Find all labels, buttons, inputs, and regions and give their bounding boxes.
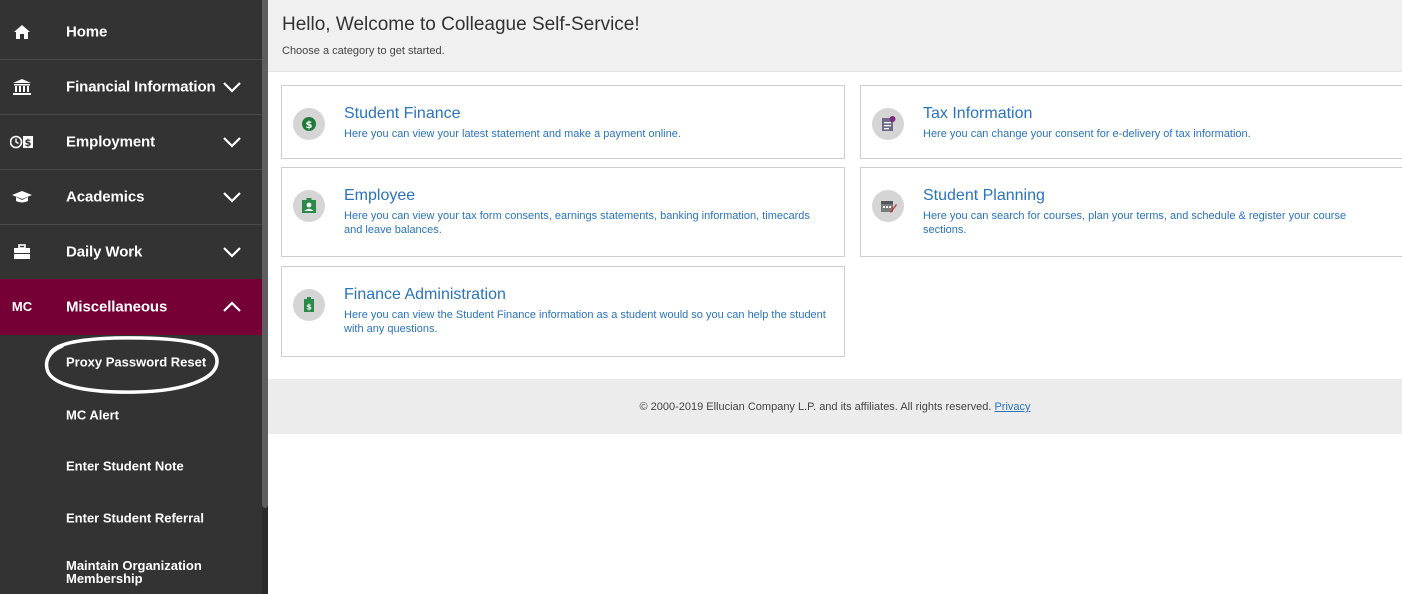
sidebar-subitem-enter-student-referral[interactable]: Enter Student Referral — [0, 492, 262, 544]
sidebar-nav: Home Financial Information $ Employment … — [0, 0, 262, 594]
employment-icon: $ — [10, 132, 34, 152]
card-description: Here you can search for courses, plan yo… — [923, 210, 1347, 236]
sidebar-item-miscellaneous[interactable]: MC Miscellaneous — [0, 279, 262, 335]
card-title[interactable]: Tax Information — [923, 105, 1032, 123]
card-description: Here you can view the Student Finance in… — [344, 309, 826, 335]
sidebar-subitem-label: Enter Student Note — [66, 458, 184, 474]
bank-icon — [10, 77, 34, 97]
tax-document-icon — [872, 108, 904, 140]
calendar-planning-icon — [872, 190, 904, 222]
sidebar-subitem-mc-alert[interactable]: MC Alert — [0, 389, 262, 441]
mc-text-icon: MC — [11, 299, 33, 314]
card-description: Here you can view your latest statement … — [344, 128, 681, 140]
sidebar-item-label: Employment — [66, 133, 156, 150]
card-title[interactable]: Employee — [344, 187, 415, 205]
footer-copyright: © 2000-2019 Ellucian Company L.P. and it… — [268, 401, 1402, 413]
graduation-cap-icon — [10, 187, 34, 207]
chevron-down-icon[interactable] — [222, 245, 242, 259]
employee-badge-icon — [293, 190, 325, 222]
category-card-student-finance[interactable]: $ Student Finance Here you can view your… — [281, 85, 845, 159]
sidebar-subitem-label: Proxy Password Reset — [66, 354, 207, 370]
sidebar-item-home[interactable]: Home — [0, 4, 262, 60]
sidebar-subitem-label: Maintain Organization Membership — [66, 558, 202, 586]
chevron-down-icon[interactable] — [222, 190, 242, 204]
category-card-tax-information[interactable]: Tax Information Here you can change your… — [860, 85, 1402, 159]
sidebar-subitem-label: Enter Student Referral — [66, 510, 204, 526]
sidebar-item-label: Daily Work — [66, 243, 143, 260]
category-card-employee[interactable]: Employee Here you can view your tax form… — [281, 167, 845, 257]
sidebar-subitem-label: MC Alert — [66, 407, 119, 423]
sidebar-item-academics[interactable]: Academics — [0, 169, 262, 225]
sidebar-item-label: Home — [66, 23, 108, 40]
category-card-student-planning[interactable]: Student Planning Here you can search for… — [860, 167, 1402, 257]
sidebar-item-label: Miscellaneous — [66, 298, 168, 315]
privacy-link[interactable]: Privacy — [994, 401, 1030, 413]
main-content: Hello, Welcome to Colleague Self-Service… — [268, 0, 1402, 594]
briefcase-icon — [10, 242, 34, 262]
svg-text:$: $ — [25, 138, 32, 149]
category-card-finance-administration[interactable]: $ Finance Administration Here you can vi… — [281, 266, 845, 357]
copyright-text: © 2000-2019 Ellucian Company L.P. and it… — [639, 401, 995, 413]
card-title[interactable]: Student Finance — [344, 105, 461, 123]
card-title[interactable]: Student Planning — [923, 187, 1045, 205]
card-title[interactable]: Finance Administration — [344, 286, 506, 304]
chevron-up-icon[interactable] — [222, 300, 242, 314]
svg-text:$: $ — [306, 120, 313, 131]
svg-text:$: $ — [306, 303, 312, 312]
sidebar-subitem-enter-student-note[interactable]: Enter Student Note — [0, 440, 262, 492]
sidebar-item-daily-work[interactable]: Daily Work — [0, 224, 262, 280]
page-subtitle: Choose a category to get started. — [282, 45, 445, 57]
page-title: Hello, Welcome to Colleague Self-Service… — [282, 14, 640, 35]
sidebar-item-employment[interactable]: $ Employment — [0, 114, 262, 170]
welcome-banner: Hello, Welcome to Colleague Self-Service… — [268, 0, 1402, 72]
card-description: Here you can change your consent for e-d… — [923, 128, 1251, 140]
home-icon — [10, 22, 34, 42]
chevron-down-icon[interactable] — [222, 135, 242, 149]
finance-admin-icon: $ — [293, 289, 325, 321]
sidebar-item-label: Academics — [66, 188, 145, 205]
sidebar-item-label: Financial Information — [66, 78, 216, 95]
dollar-icon: $ — [293, 108, 325, 140]
card-description: Here you can view your tax form consents… — [344, 210, 810, 236]
sidebar-subitem-maintain-organization-membership[interactable]: Maintain Organization Membership — [0, 552, 262, 592]
sidebar-item-financial-information[interactable]: Financial Information — [0, 59, 262, 115]
chevron-down-icon[interactable] — [222, 80, 242, 94]
page-footer: © 2000-2019 Ellucian Company L.P. and it… — [268, 379, 1402, 434]
sidebar-subitem-proxy-password-reset[interactable]: Proxy Password Reset — [0, 336, 262, 388]
